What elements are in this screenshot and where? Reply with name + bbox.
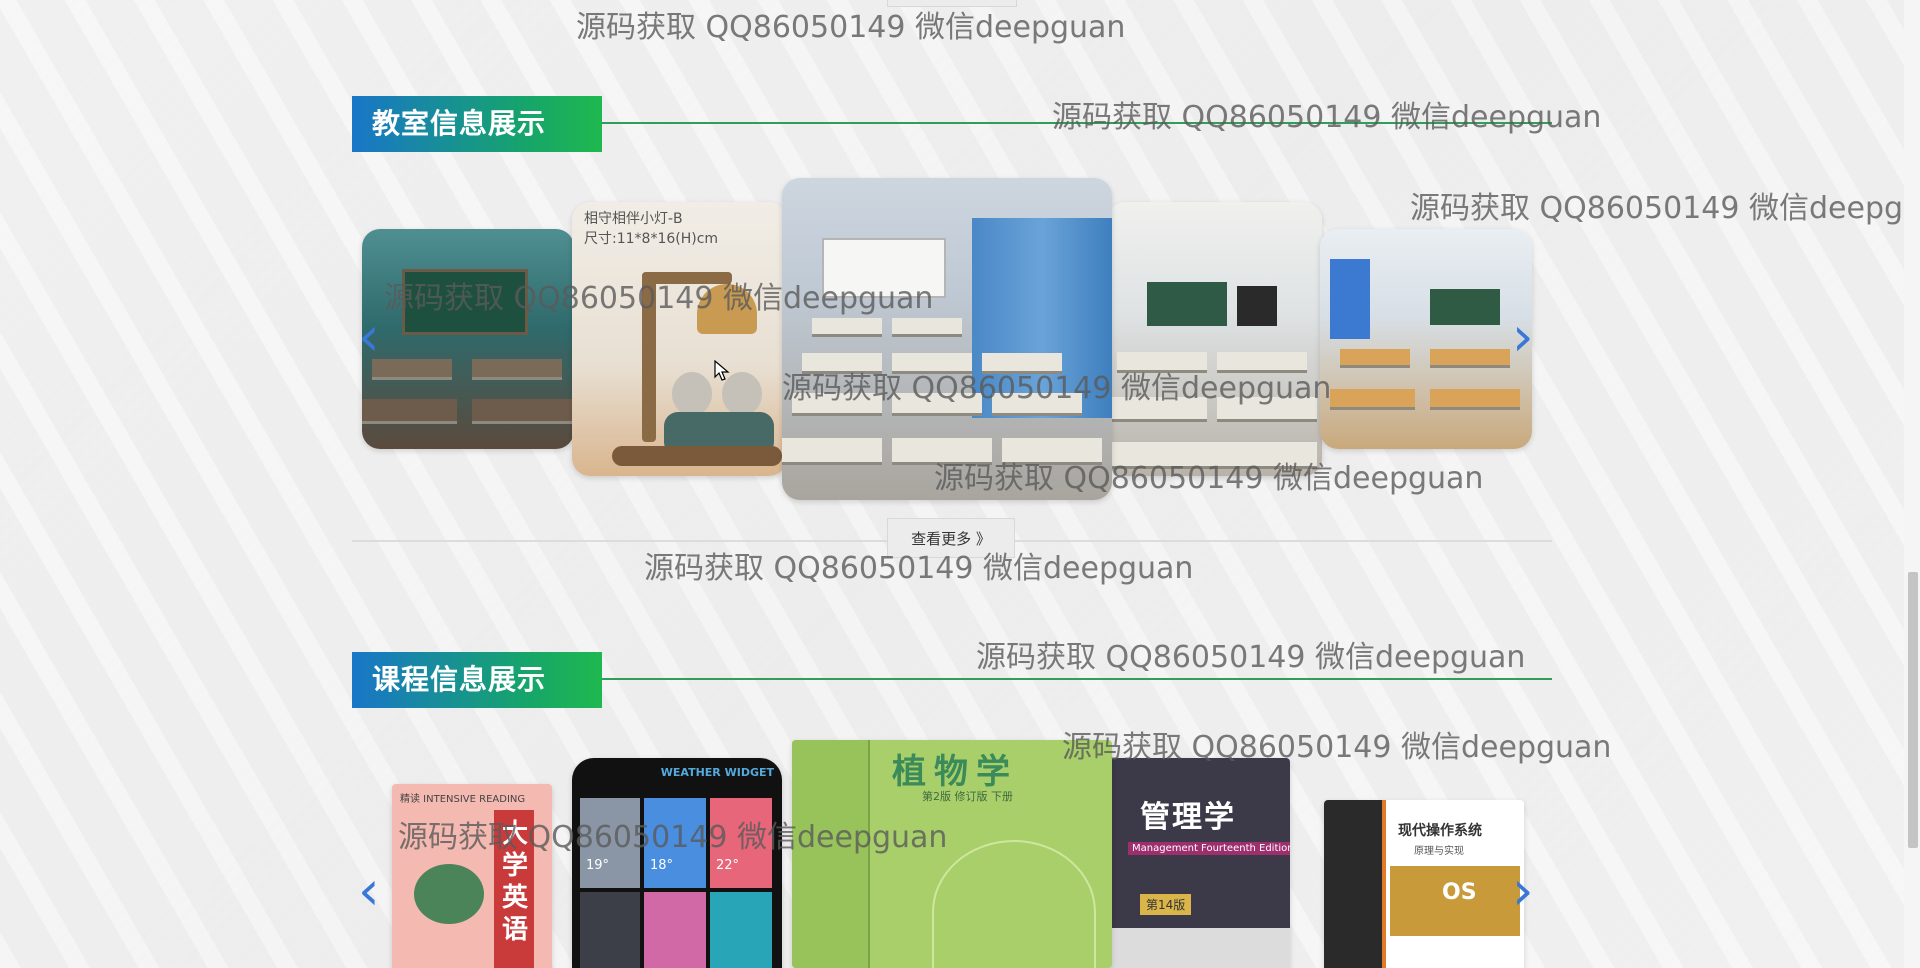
- book-subtitle: 第2版 修订版 下册: [922, 790, 1013, 803]
- book-sub: 原理与实现: [1414, 846, 1464, 857]
- classroom-slide[interactable]: [782, 178, 1112, 500]
- classroom-slide[interactable]: [362, 229, 574, 449]
- scrollbar-thumb[interactable]: [1908, 572, 1918, 848]
- section-divider-line: [602, 678, 1552, 680]
- classroom-section-title: 教室信息展示: [352, 96, 602, 152]
- course-slide[interactable]: 管理学 Management Fourteenth Edition 第14版: [1110, 758, 1290, 968]
- book-title: 管理学: [1140, 800, 1236, 835]
- course-slide[interactable]: 现代操作系统 原理与实现 OS: [1324, 800, 1524, 968]
- carousel-prev-button[interactable]: ‹: [358, 310, 380, 364]
- course-slide[interactable]: WEATHER WIDGET 19° 18° 22°: [572, 758, 782, 968]
- view-more-button[interactable]: 查看更多 》: [887, 518, 1015, 558]
- carousel-prev-button[interactable]: ‹: [358, 864, 380, 918]
- classroom-slide[interactable]: [1107, 202, 1322, 476]
- book-top-text: 精读 INTENSIVE READING: [400, 794, 526, 805]
- classroom-slide[interactable]: 相守相伴小灯-B 尺寸:11*8*16(H)cm: [572, 202, 787, 476]
- course-carousel: 精读 INTENSIVE READING 大学英语 WEATHER WIDGET…: [352, 730, 1552, 968]
- book-title: 植物学: [892, 752, 1018, 792]
- weather-temp: 18°: [650, 858, 674, 873]
- book-edition: 第14版: [1140, 894, 1192, 915]
- slide-caption-line2: 尺寸:11*8*16(H)cm: [584, 231, 719, 247]
- course-section-title: 课程信息展示: [352, 652, 602, 708]
- carousel-next-button[interactable]: ›: [1512, 310, 1534, 364]
- section-divider-line: [602, 122, 1552, 124]
- carousel-next-button[interactable]: ›: [1512, 864, 1534, 918]
- book-logo: OS: [1442, 880, 1477, 905]
- course-section-header: 课程信息展示: [352, 652, 1552, 708]
- course-slide[interactable]: 精读 INTENSIVE READING 大学英语: [392, 784, 552, 968]
- book-sub: Management Fourteenth Edition: [1128, 842, 1290, 855]
- prev-more-button-edge[interactable]: [887, 0, 1017, 7]
- weather-temp: 19°: [586, 858, 610, 873]
- book-title: 大学英语: [502, 819, 529, 945]
- book-title: 现代操作系统: [1398, 823, 1482, 839]
- more-divider: 查看更多 》: [352, 518, 1552, 558]
- weather-temp: 22°: [716, 858, 740, 873]
- mouse-cursor-icon: [714, 360, 730, 381]
- widget-brand: WEATHER WIDGET: [660, 766, 774, 779]
- course-slide[interactable]: 植物学 第2版 修订版 下册: [792, 740, 1112, 968]
- classroom-slide[interactable]: [1320, 229, 1532, 449]
- classroom-section-header: 教室信息展示: [352, 96, 1552, 152]
- slide-caption-line1: 相守相伴小灯-B: [584, 211, 683, 227]
- classroom-carousel: 相守相伴小灯-B 尺寸:11*8*16(H)cm ‹ ›: [352, 176, 1552, 506]
